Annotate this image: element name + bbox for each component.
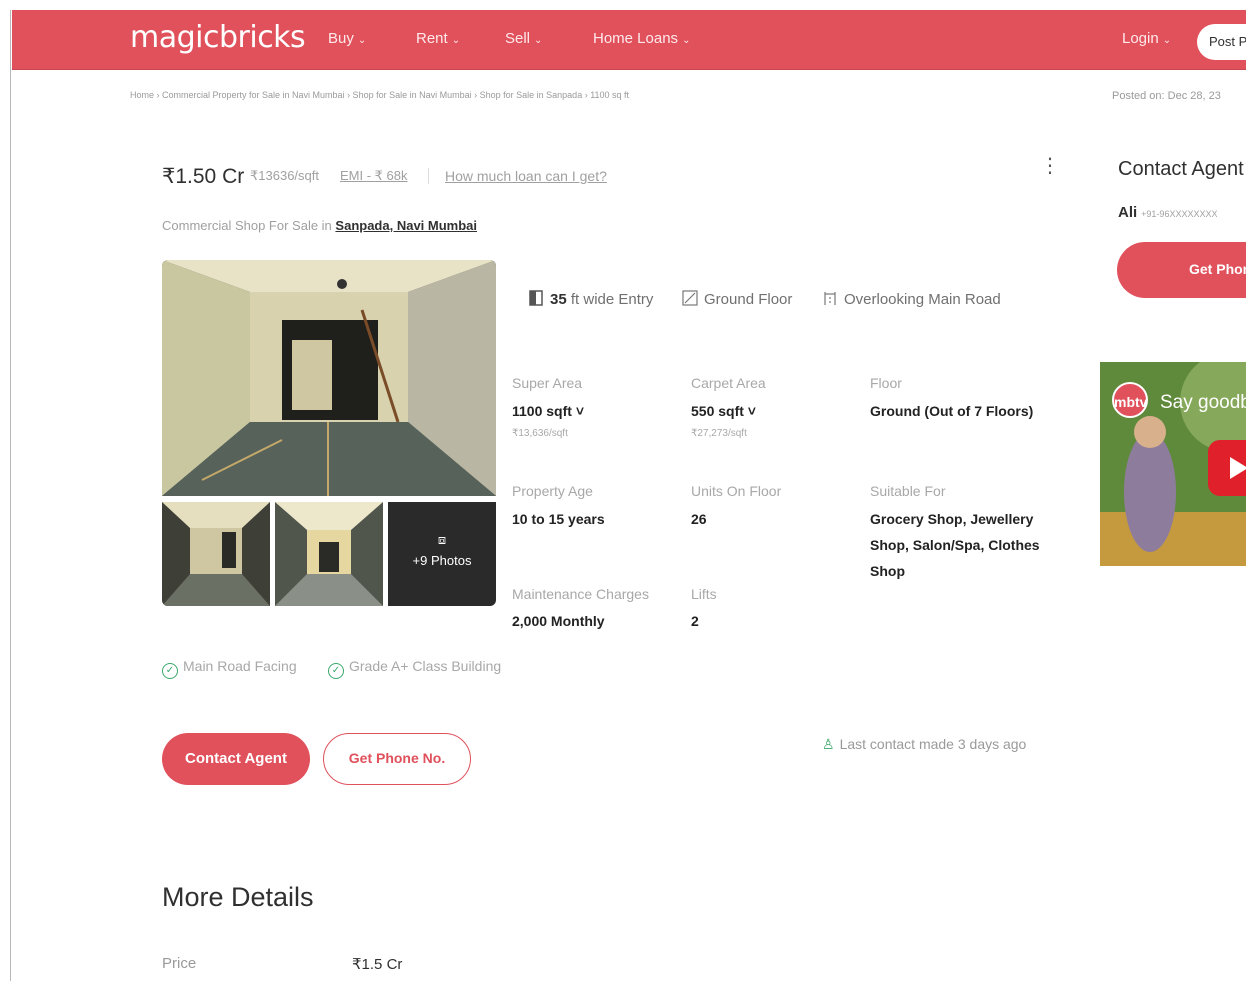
feature-floor: Ground Floor (682, 290, 792, 308)
frame-top (10, 0, 1246, 10)
maintenance-label: Maintenance Charges (512, 586, 649, 602)
shop-interior-image (162, 260, 496, 496)
feature-entry-width-number: 35 (550, 291, 567, 308)
chevron-down-icon: ⌄ (357, 35, 367, 46)
lifts-label: Lifts (691, 586, 717, 602)
contact-agent-button[interactable]: Contact Agent (162, 733, 310, 785)
floor-label: Floor (870, 375, 902, 391)
loan-eligibility-link[interactable]: How much loan can I get? (445, 168, 607, 184)
nav-buy[interactable]: Buy ⌄ (328, 30, 366, 47)
thumbnail-image (275, 502, 383, 606)
listing-subtitle: Commercial Shop For Sale in Sanpada, Nav… (162, 218, 477, 233)
price-per-sqft: ₹13636/sqft (250, 168, 319, 183)
feature-overlooking: Overlooking Main Road (822, 290, 1001, 308)
maintenance-value: 2,000 Monthly (512, 613, 605, 629)
feature-entry-width: 35 ft wide Entry (528, 290, 653, 308)
door-icon (529, 290, 543, 306)
super-area-rate: ₹13,636/sqft (512, 428, 568, 439)
nav-sell-label: Sell (505, 30, 531, 47)
carpet-area-value[interactable]: 550 sqft ˅ (691, 398, 756, 424)
stairs-icon (682, 290, 698, 306)
thumbnail-photo-1[interactable] (162, 502, 270, 606)
property-age-label: Property Age (512, 483, 593, 499)
agent-info: Ali +91-96XXXXXXXX (1118, 204, 1217, 221)
get-phone-button[interactable]: Get Phone No. (323, 733, 471, 785)
check-circle-icon: ✓ (162, 663, 178, 679)
super-area-value[interactable]: 1100 sqft ˅ (512, 398, 584, 424)
camera-icon: ⧈ (437, 532, 447, 547)
person-icon: ♙ (822, 736, 835, 752)
frame-left-border (10, 10, 11, 981)
nav-home-loans[interactable]: Home Loans ⌄ (593, 30, 690, 47)
post-property-button[interactable]: Post P (1197, 24, 1246, 60)
login-label: Login (1122, 30, 1159, 47)
tag-main-road-label: Main Road Facing (183, 658, 297, 674)
video-title: Say goodbye (1160, 392, 1246, 413)
more-options-icon[interactable]: ⋮ (1040, 156, 1060, 176)
tag-grade-a-label: Grade A+ Class Building (349, 658, 502, 674)
nav-sell[interactable]: Sell ⌄ (505, 30, 542, 47)
breadcrumb[interactable]: Home › Commercial Property for Sale in N… (130, 90, 629, 100)
agent-name: Ali (1118, 204, 1138, 221)
super-area-label: Super Area (512, 375, 583, 391)
suitable-for-label: Suitable For (870, 483, 946, 499)
carpet-area-label: Carpet Area (691, 375, 766, 391)
last-contact-info: ♙ Last contact made 3 days ago (822, 736, 1026, 753)
nav-rent[interactable]: Rent ⌄ (416, 30, 460, 47)
play-icon[interactable] (1208, 440, 1246, 496)
lifts-value: 2 (691, 613, 699, 629)
divider (428, 168, 429, 184)
units-on-floor-value: 26 (691, 511, 707, 527)
feature-overlooking-text: Overlooking Main Road (844, 291, 1001, 308)
feature-floor-text: Ground Floor (704, 291, 793, 308)
suitable-for-value: Grocery Shop, Jewellery Shop, Salon/Spa,… (870, 511, 1040, 579)
chevron-down-icon: ⌄ (682, 35, 691, 46)
listing-price: ₹1.50 Cr (162, 165, 245, 188)
thumbnail-image (162, 502, 270, 606)
more-photos-button[interactable]: ⧈ +9 Photos (388, 502, 496, 606)
thumbnail-photo-2[interactable] (275, 502, 383, 606)
login-menu[interactable]: Login ⌄ (1122, 30, 1171, 47)
price-value: ₹1.5 Cr (352, 956, 403, 973)
more-photos-label: +9 Photos (412, 553, 472, 568)
emi-link[interactable]: EMI - ₹ 68k (340, 168, 408, 184)
posted-date: Posted on: Dec 28, 23 (1112, 90, 1221, 102)
main-property-photo[interactable] (162, 260, 496, 496)
tag-main-road: ✓ Main Road Facing (162, 658, 297, 679)
magicbricks-logo[interactable]: magicbricks (130, 20, 306, 55)
units-on-floor-label: Units On Floor (691, 483, 782, 499)
nav-home-loans-label: Home Loans (593, 30, 679, 47)
agent-phone-masked: +91-96XXXXXXXX (1141, 209, 1218, 219)
more-details-heading: More Details (162, 882, 314, 912)
mbtv-logo: mbtv (1112, 382, 1148, 418)
contact-agent-heading: Contact Agent (1118, 158, 1244, 180)
chevron-down-icon: ⌄ (1162, 35, 1172, 46)
mbtv-video-player[interactable]: mbtv Say goodbye (1100, 362, 1246, 566)
check-circle-icon: ✓ (328, 663, 344, 679)
nav-buy-label: Buy (328, 30, 354, 47)
price-label: Price (162, 955, 197, 972)
top-navbar: magicbricks Buy ⌄ Rent ⌄ Sell ⌄ Home Loans ⌄… (12, 10, 1246, 70)
floor-value: Ground (Out of 7 Floors) (870, 403, 1034, 419)
property-age-value: 10 to 15 years (512, 511, 605, 527)
sidebar-get-phone-button[interactable]: Get Phone (1117, 242, 1246, 298)
last-contact-text: Last contact made 3 days ago (839, 736, 1027, 752)
feature-entry-width-text: ft wide Entry (566, 291, 654, 308)
chevron-down-icon: ⌄ (451, 35, 461, 46)
nav-rent-label: Rent (416, 30, 448, 47)
subtitle-prefix: Commercial Shop For Sale in (162, 218, 332, 233)
road-icon (824, 292, 836, 305)
location-link[interactable]: Sanpada, Navi Mumbai (335, 218, 477, 233)
carpet-area-rate: ₹27,273/sqft (691, 428, 747, 439)
chevron-down-icon: ⌄ (534, 35, 543, 46)
tag-grade-a: ✓ Grade A+ Class Building (328, 658, 501, 679)
